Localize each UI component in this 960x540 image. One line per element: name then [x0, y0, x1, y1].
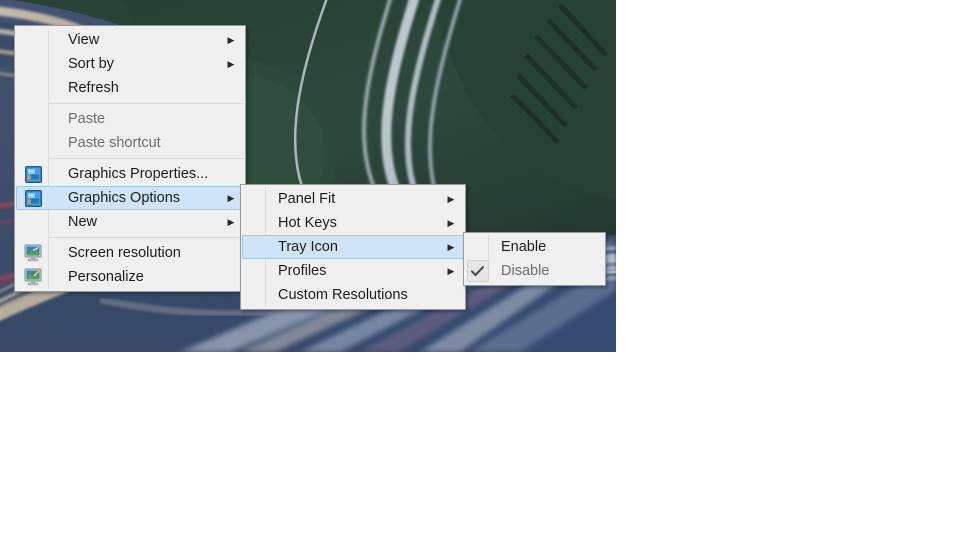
- menu-item-icon-slot: [17, 165, 49, 183]
- menu-item-label: Personalize: [68, 269, 144, 285]
- desktop-screen: View ▶ Sort by ▶ Refresh Paste Paste sho…: [0, 0, 960, 540]
- chevron-right-icon: ▶: [447, 194, 455, 204]
- menu-item-graphics-properties[interactable]: Graphics Properties...: [16, 162, 244, 186]
- menu-item-label: Panel Fit: [278, 191, 336, 207]
- submenu-item-tray-icon[interactable]: Tray Icon ▶: [242, 235, 464, 259]
- menu-separator: [49, 158, 244, 159]
- menu-item-icon-slot: [17, 189, 49, 207]
- chevron-right-icon: ▶: [227, 59, 235, 69]
- chevron-right-icon: ▶: [227, 193, 235, 203]
- menu-item-label: Graphics Properties...: [68, 166, 209, 182]
- submenu-item-hot-keys[interactable]: Hot Keys ▶: [242, 211, 464, 235]
- menu-item-label: Hot Keys: [278, 215, 337, 231]
- submenu-item-enable[interactable]: Enable: [465, 235, 604, 259]
- menu-item-graphics-options[interactable]: Graphics Options ▶: [16, 186, 244, 210]
- menu-item-paste[interactable]: Paste: [16, 107, 244, 131]
- menu-item-new[interactable]: New ▶: [16, 210, 244, 234]
- menu-item-refresh[interactable]: Refresh: [16, 76, 244, 100]
- menu-item-sort-by[interactable]: Sort by ▶: [16, 52, 244, 76]
- menu-item-label: Enable: [501, 239, 547, 255]
- menu-item-label: Profiles: [278, 263, 327, 279]
- chevron-right-icon: ▶: [447, 242, 455, 252]
- menu-item-label: Paste shortcut: [68, 135, 161, 151]
- submenu-item-disable[interactable]: Disable: [465, 259, 604, 283]
- menu-item-label: Paste: [68, 111, 106, 127]
- menu-item-label: Disable: [501, 263, 550, 279]
- menu-item-label: Graphics Options: [68, 190, 181, 206]
- menu-separator: [49, 237, 244, 238]
- intel-graphics-icon: [24, 189, 42, 207]
- menu-item-personalize[interactable]: Personalize: [16, 265, 244, 289]
- menu-item-label: Screen resolution: [68, 245, 181, 261]
- graphics-options-submenu[interactable]: Panel Fit ▶ Hot Keys ▶ Tray Icon ▶ Profi…: [240, 184, 466, 310]
- chevron-right-icon: ▶: [447, 218, 455, 228]
- menu-item-label: Tray Icon: [278, 239, 338, 255]
- menu-item-icon-slot: [17, 244, 49, 262]
- tray-icon-submenu[interactable]: Enable Disable: [463, 232, 606, 286]
- menu-item-label: View: [68, 32, 100, 48]
- monitor-icon: [24, 244, 41, 262]
- checked-indicator-box: [466, 260, 489, 282]
- menu-item-screen-resolution[interactable]: Screen resolution: [16, 241, 244, 265]
- submenu-item-profiles[interactable]: Profiles ▶: [242, 259, 464, 283]
- menu-item-view[interactable]: View ▶: [16, 28, 244, 52]
- menu-item-check-slot: [466, 260, 489, 282]
- menu-item-paste-shortcut[interactable]: Paste shortcut: [16, 131, 244, 155]
- menu-item-label: Custom Resolutions: [278, 287, 408, 303]
- menu-item-label: Refresh: [68, 80, 119, 96]
- menu-item-label: Sort by: [68, 56, 114, 72]
- submenu-item-panel-fit[interactable]: Panel Fit ▶: [242, 187, 464, 211]
- desktop-context-menu[interactable]: View ▶ Sort by ▶ Refresh Paste Paste sho…: [14, 25, 246, 292]
- menu-separator: [49, 103, 244, 104]
- submenu-item-custom-resolutions[interactable]: Custom Resolutions: [242, 283, 464, 307]
- intel-graphics-icon: [24, 165, 42, 183]
- monitor-paint-icon: [24, 268, 41, 286]
- chevron-right-icon: ▶: [447, 266, 455, 276]
- checkmark-icon: [471, 265, 484, 276]
- menu-item-label: New: [68, 214, 98, 230]
- chevron-right-icon: ▶: [227, 35, 235, 45]
- chevron-right-icon: ▶: [227, 217, 235, 227]
- menu-item-icon-slot: [17, 268, 49, 286]
